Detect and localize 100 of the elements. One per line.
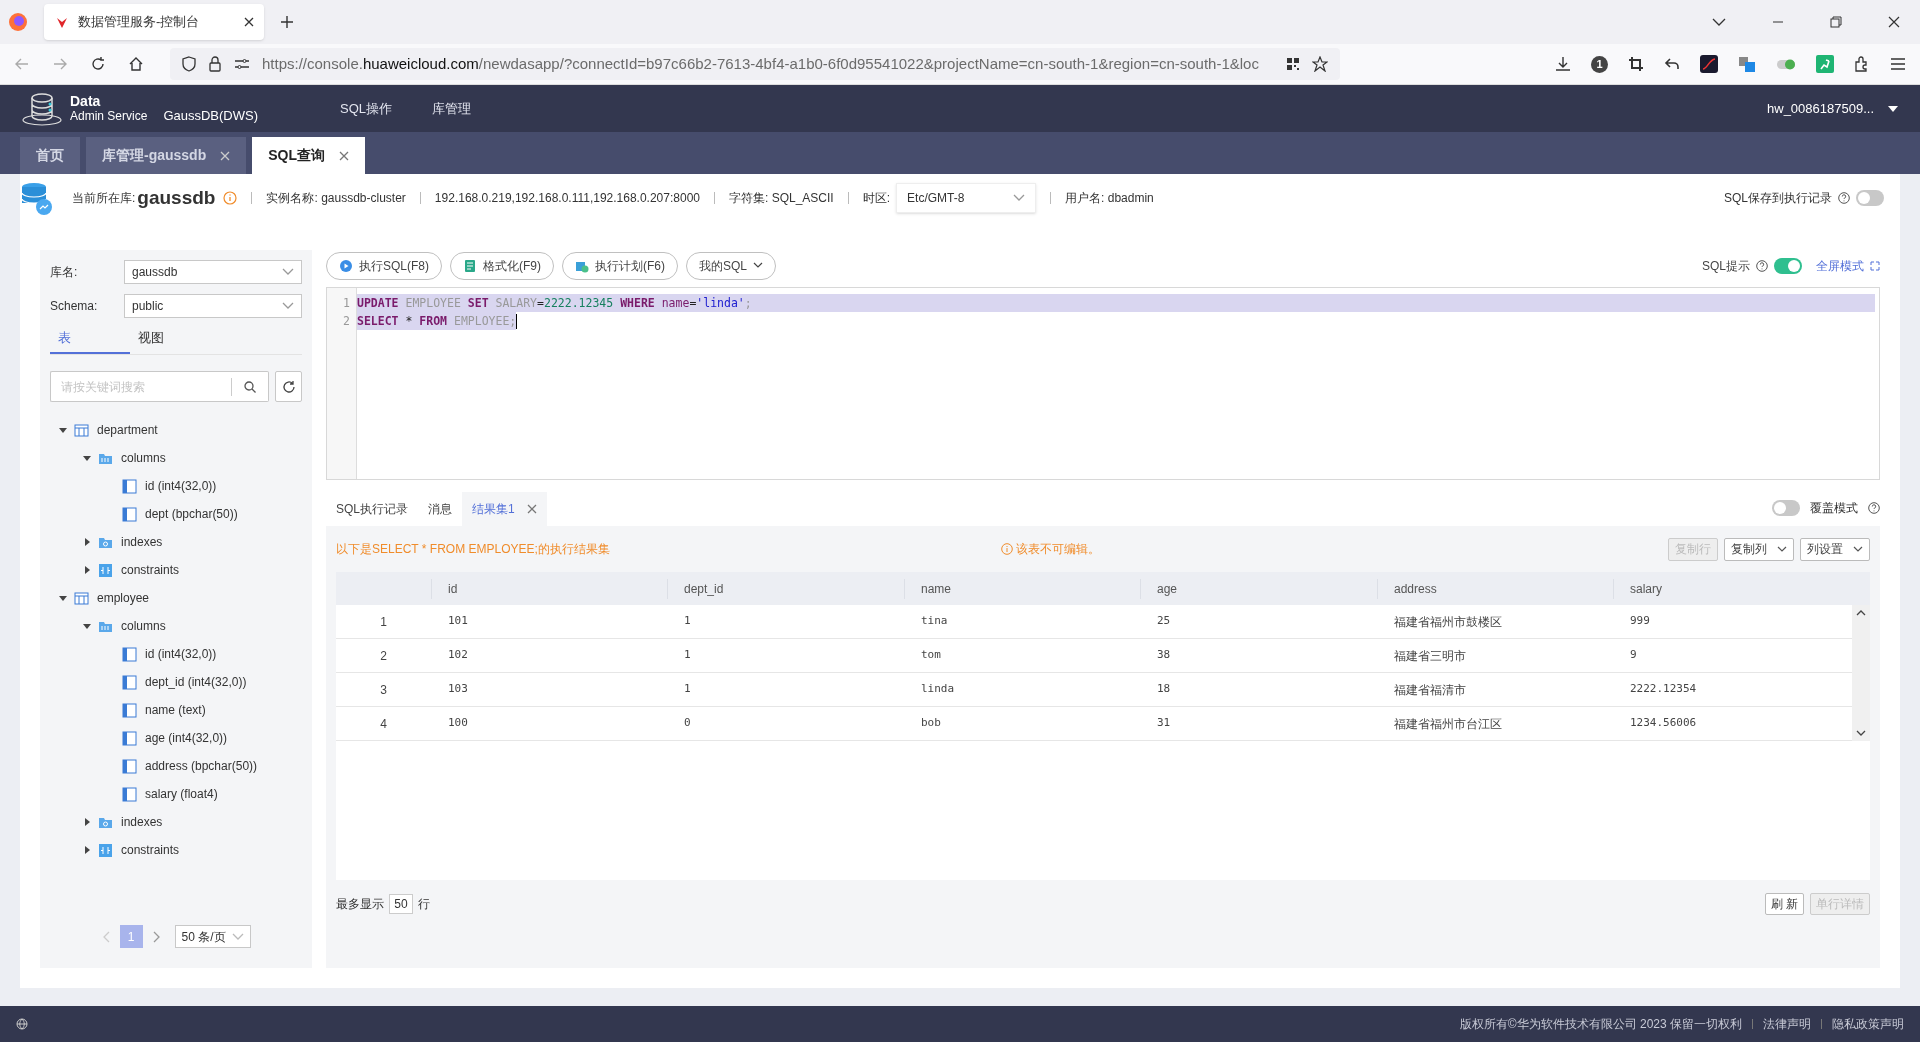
column-header[interactable]: salary (1630, 579, 1662, 598)
sub-tab[interactable]: 视图 (130, 328, 210, 354)
home-icon[interactable] (128, 56, 144, 72)
chevron-down-icon[interactable] (1712, 18, 1726, 26)
column-header[interactable]: id (448, 579, 458, 598)
tree-item[interactable]: columns (121, 617, 166, 635)
table-cell: 1 (684, 614, 691, 628)
globe-icon[interactable] (16, 1018, 28, 1030)
tree-item[interactable]: salary (float4) (145, 785, 218, 803)
qr-code-icon[interactable] (1286, 57, 1300, 71)
caret-down-icon[interactable] (58, 425, 68, 435)
action-button[interactable]: 列设置 (1800, 537, 1870, 561)
shield-icon[interactable] (182, 56, 196, 72)
column-header[interactable]: address (1394, 579, 1437, 598)
user-menu[interactable]: hw_0086187509... (1767, 98, 1874, 119)
result-tab[interactable]: SQL执行记录 (326, 492, 418, 526)
nav-link[interactable]: SQL操作 (340, 98, 392, 119)
address-bar[interactable]: https://console.huaweicloud.com/newdasapp/?connectId=b97c66b2-7613-4bf4-a1b0-6f0d95541022&projectName=cn-south-1&region=cn-south-1&loc (170, 48, 1340, 80)
page-tab[interactable]: 首页 (20, 137, 80, 174)
tree-item[interactable]: address (bpchar(50)) (145, 757, 258, 775)
lock-icon[interactable] (208, 56, 222, 72)
tree-item[interactable]: constraints (121, 841, 180, 859)
caret-right-icon[interactable] (82, 565, 92, 575)
toolbar-button[interactable]: 执行SQL(F8) (326, 251, 442, 280)
footer-button[interactable]: 刷 新 (1764, 893, 1804, 915)
browser-logo-icon[interactable] (8, 12, 28, 32)
caret-right-icon[interactable] (82, 817, 92, 827)
extension-badge[interactable]: 1 (1591, 55, 1608, 73)
help-icon[interactable] (1868, 502, 1880, 514)
table-icon (74, 590, 89, 606)
close-icon[interactable] (244, 17, 254, 27)
crop-icon[interactable] (1628, 56, 1644, 72)
save-toggle[interactable] (1856, 190, 1884, 206)
chevron-down-icon (1777, 545, 1787, 553)
caret-down-icon[interactable] (82, 453, 92, 463)
refresh-button[interactable] (275, 371, 302, 402)
page-size-select[interactable]: 50 条/页 (174, 925, 251, 948)
puzzle-icon[interactable] (1854, 56, 1870, 72)
result-tab[interactable]: 结果集1 (462, 492, 547, 526)
help-icon[interactable] (1838, 192, 1850, 204)
column-header[interactable]: dept_id (684, 579, 724, 598)
select-field[interactable]: gaussdb (124, 260, 302, 284)
tree-item[interactable]: dept (bpchar(50)) (145, 505, 238, 523)
timezone-select[interactable]: Etc/GMT-8 (896, 183, 1037, 213)
chevron-down-icon (1013, 194, 1026, 202)
caret-down-icon[interactable] (1888, 105, 1898, 112)
footer-link[interactable]: 隐私政策声明 (1832, 1015, 1904, 1033)
reload-icon[interactable] (90, 56, 106, 72)
tree-item[interactable]: indexes (121, 533, 163, 551)
sql-editor[interactable]: 1 2 UPDATE EMPLOYEE SET SALARY=2222.12345 WHERE name='linda'; SELECT * FROM EMPLOYEE; (326, 287, 1880, 480)
tree-item[interactable]: name (text) (145, 701, 206, 719)
info-field: 字符集: SQL_ASCII (729, 189, 834, 207)
star-icon[interactable] (1312, 56, 1328, 72)
tree-item[interactable]: age (int4(32,0)) (145, 729, 228, 747)
result-message: 以下是SELECT * FROM EMPLOYEE;的执行结果集 (336, 541, 611, 558)
column-header[interactable]: name (921, 579, 952, 598)
column-header[interactable]: age (1157, 579, 1178, 598)
toolbar-button[interactable]: 执行计划(F6) (562, 251, 678, 280)
plus-icon[interactable] (280, 15, 294, 29)
tree-item[interactable]: id (int4(32,0)) (145, 645, 217, 663)
tree-item[interactable]: indexes (121, 813, 163, 831)
nav-link[interactable]: 库管理 (432, 98, 471, 119)
tree-item[interactable]: columns (121, 449, 166, 467)
caret-right-icon[interactable] (82, 845, 92, 855)
fullscreen-link[interactable]: 全屏模式 (1816, 256, 1880, 275)
toolbar-button[interactable]: 格式化(F9) (450, 251, 554, 280)
caret-down-icon[interactable] (82, 621, 92, 631)
tree-item[interactable]: dept_id (int4(32,0)) (145, 673, 247, 691)
tree-item[interactable]: constraints (121, 561, 180, 579)
tree-item[interactable]: id (int4(32,0)) (145, 477, 217, 495)
chart-extension-icon[interactable] (1700, 55, 1718, 73)
chevron-up-icon[interactable] (1856, 609, 1866, 616)
sql-hint-toggle[interactable] (1774, 257, 1802, 274)
result-tab[interactable]: 消息 (418, 492, 462, 526)
footer-link[interactable]: 法律声明 (1763, 1015, 1811, 1033)
restore-icon[interactable] (1830, 16, 1842, 28)
caret-down-icon[interactable] (58, 593, 68, 603)
save-setting-label: SQL保存到执行记录 (1724, 190, 1832, 207)
toolbar-button[interactable]: 我的SQL (686, 251, 777, 280)
tree-item[interactable]: department (97, 421, 158, 439)
close-icon[interactable] (1888, 16, 1900, 28)
tree-item[interactable]: employee (97, 589, 150, 607)
action-button[interactable]: 复制列 (1724, 537, 1794, 561)
chevron-down-icon[interactable] (1856, 730, 1866, 737)
scrollbar[interactable] (1852, 605, 1870, 741)
page-tab[interactable]: 库管理-gaussdb (86, 137, 247, 174)
undo-icon[interactable] (1664, 56, 1680, 72)
chevron-right-icon[interactable] (152, 930, 161, 943)
toggle-extension-icon[interactable] (1776, 57, 1796, 71)
sub-tab[interactable]: 表 (50, 328, 130, 354)
overwrite-toggle[interactable] (1772, 500, 1800, 516)
sliders-icon[interactable] (234, 58, 250, 70)
caret-right-icon[interactable] (82, 537, 92, 547)
download-icon[interactable] (1555, 56, 1571, 72)
menu-icon[interactable] (1890, 57, 1906, 71)
help-icon[interactable] (1756, 259, 1768, 272)
page-tab[interactable]: SQL查询 (252, 137, 365, 174)
max-rows-field[interactable]: 50 (389, 894, 413, 914)
select-field[interactable]: public (124, 294, 302, 318)
browser-tab[interactable]: 数据管理服务-控制台 (44, 4, 264, 40)
